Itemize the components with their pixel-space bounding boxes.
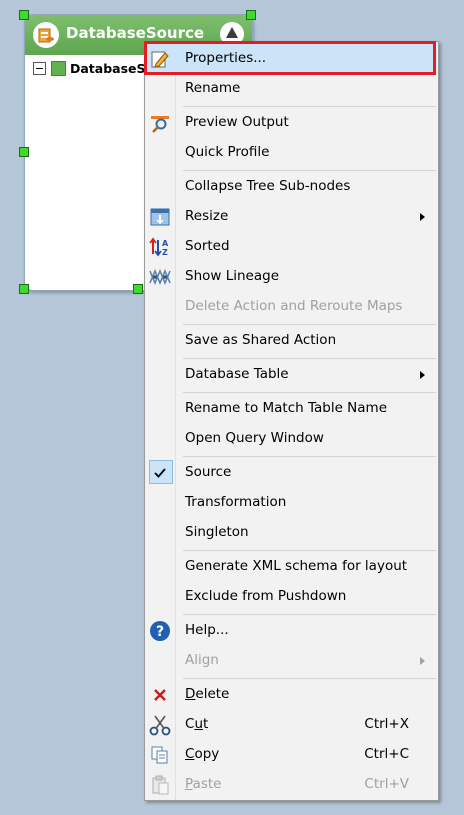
menu-item-label: Rename to Match Table Name (185, 400, 388, 416)
lineage-icon (149, 266, 171, 288)
menu-item-singleton[interactable]: Singleton (147, 518, 435, 548)
menu-item-label: Delete (185, 686, 230, 702)
menu-item-label: Transformation (185, 494, 287, 510)
menu-separator (183, 456, 436, 457)
copy-icon (149, 744, 171, 766)
menu-item-source[interactable]: Source (147, 458, 435, 488)
menu-item-resize[interactable]: Resize (147, 202, 435, 232)
menu-separator (183, 550, 436, 551)
menu-item-sorted[interactable]: A Z Sorted (147, 232, 435, 262)
menu-item-label: Copy (185, 746, 220, 762)
preview-magnifier-icon (149, 112, 171, 134)
menu-separator (183, 324, 436, 325)
menu-item-rename-match-table[interactable]: Rename to Match Table Name (147, 394, 435, 424)
tree-row[interactable]: DatabaseS (33, 60, 146, 76)
menu-item-preview-output[interactable]: Preview Output (147, 108, 435, 138)
menu-item-label: Sorted (185, 238, 230, 254)
menu-item-label: Show Lineage (185, 268, 279, 284)
menu-item-generate-xml-schema[interactable]: Generate XML schema for layout (147, 552, 435, 582)
menu-separator (183, 170, 436, 171)
menu-item-quick-profile[interactable]: Quick Profile (147, 138, 435, 168)
menu-separator (183, 392, 436, 393)
shortcut-copy: Ctrl+C (364, 746, 409, 762)
menu-item-rename[interactable]: Rename (147, 74, 435, 104)
menu-item-cut[interactable]: Cut Ctrl+X (147, 710, 435, 740)
menu-item-save-shared-action[interactable]: Save as Shared Action (147, 326, 435, 356)
help-icon: ? (149, 620, 171, 642)
sort-az-icon: A Z (149, 236, 171, 258)
menu-item-database-table[interactable]: Database Table (147, 360, 435, 390)
resize-icon (149, 206, 171, 228)
menu-item-label: Cut (185, 716, 209, 732)
menu-item-delete-action[interactable]: Delete Action and Reroute Maps (147, 292, 435, 322)
menu-item-label: Source (185, 464, 232, 480)
highlight-annotation (144, 41, 436, 75)
resize-handle-bottom-middle[interactable] (133, 284, 143, 294)
menu-item-align[interactable]: Align (147, 646, 435, 676)
menu-item-label: Save as Shared Action (185, 332, 337, 348)
menu-item-label: Resize (185, 208, 229, 224)
menu-item-label: Rename (185, 80, 241, 96)
resize-handle-top-right[interactable] (246, 10, 256, 20)
menu-item-help[interactable]: ? Help... (147, 616, 435, 646)
table-icon (51, 60, 66, 76)
menu-item-exclude-pushdown[interactable]: Exclude from Pushdown (147, 582, 435, 612)
context-menu: Properties... Rename Preview Output Quic… (144, 41, 439, 801)
submenu-arrow-icon (420, 213, 425, 221)
paste-clipboard-icon (149, 774, 171, 796)
menu-item-label: Quick Profile (185, 144, 270, 160)
menu-separator (183, 614, 436, 615)
menu-item-open-query-window[interactable]: Open Query Window (147, 424, 435, 454)
menu-item-label: Delete Action and Reroute Maps (185, 298, 403, 314)
submenu-arrow-icon (420, 371, 425, 379)
checkmark-icon (149, 462, 171, 484)
shortcut-paste: Ctrl+V (364, 776, 409, 792)
delete-x-icon (149, 684, 171, 706)
tree-collapse-icon[interactable] (33, 61, 46, 75)
menu-item-collapse-tree[interactable]: Collapse Tree Sub-nodes (147, 172, 435, 202)
menu-item-label: Align (185, 652, 219, 668)
svg-text:Z: Z (162, 248, 168, 257)
menu-item-label: Collapse Tree Sub-nodes (185, 178, 351, 194)
menu-separator (183, 106, 436, 107)
menu-item-label: Exclude from Pushdown (185, 588, 347, 604)
menu-item-label: Database Table (185, 366, 289, 382)
svg-text:A: A (162, 239, 169, 248)
node-title: DatabaseSource (66, 24, 205, 42)
menu-separator (183, 678, 436, 679)
menu-item-label: Open Query Window (185, 430, 324, 446)
menu-item-label: Preview Output (185, 114, 289, 130)
menu-item-label: Generate XML schema for layout (185, 558, 408, 574)
menu-item-label: Help... (185, 622, 229, 638)
menu-item-copy[interactable]: Copy Ctrl+C (147, 740, 435, 770)
menu-separator (183, 358, 436, 359)
submenu-arrow-icon (420, 657, 425, 665)
svg-text:?: ? (156, 624, 164, 640)
resize-handle-bottom-left[interactable] (19, 284, 29, 294)
shortcut-cut: Ctrl+X (364, 716, 409, 732)
menu-item-paste[interactable]: Paste Ctrl+V (147, 770, 435, 800)
menu-item-label: Singleton (185, 524, 249, 540)
menu-item-delete[interactable]: Delete (147, 680, 435, 710)
scissors-icon (149, 714, 171, 736)
resize-handle-top-left[interactable] (19, 10, 29, 20)
database-icon (33, 22, 59, 48)
resize-handle-left[interactable] (19, 147, 29, 157)
tree-label: DatabaseS (70, 60, 146, 76)
menu-item-transformation[interactable]: Transformation (147, 488, 435, 518)
menu-item-show-lineage[interactable]: Show Lineage (147, 262, 435, 292)
menu-item-label: Paste (185, 776, 222, 792)
